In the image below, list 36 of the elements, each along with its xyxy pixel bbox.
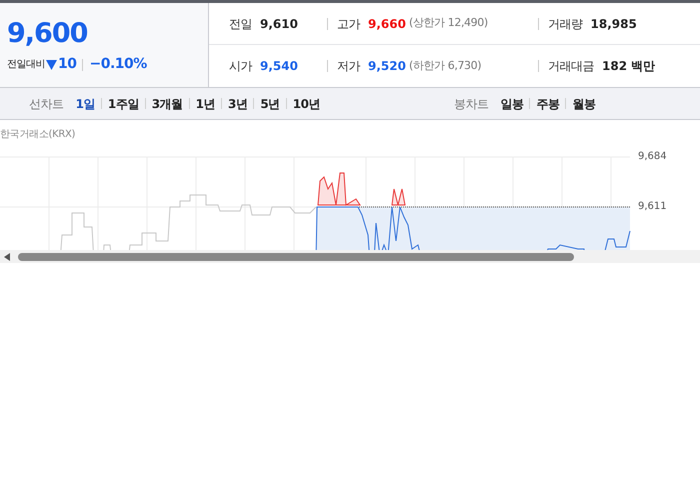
change-value: 10 [58,55,76,74]
stat-value: 182 백만 [602,58,656,75]
tab-group-label: 선차트 [29,96,64,112]
change-label: 전일대비 [7,58,45,72]
stat-value: 18,985 [590,16,637,32]
stat-value: 9,610 [260,16,298,32]
y-axis-label: 9,611 [638,200,667,214]
period-tab[interactable]: 10년 [292,94,320,112]
stat-label: 전일 [229,16,252,32]
period-tab[interactable]: 1일 [76,94,95,112]
scroll-left-icon[interactable] [4,252,10,260]
period-tab[interactable]: 일봉 [500,94,524,112]
period-tab[interactable]: 1주일 [108,94,139,112]
period-tab[interactable]: 5년 [260,94,280,112]
stat-label: 거래대금 [548,58,594,75]
stat-value: 9,540 [260,58,298,75]
stat-label: 시가 [229,58,252,75]
horizontal-scrollbar[interactable] [0,250,700,263]
period-tab[interactable]: 3개월 [152,94,183,112]
scrollbar-thumb[interactable] [18,252,574,260]
change-rate: −0.10% [89,55,147,74]
current-price: 9,600 [7,17,88,51]
price-limit: (상한가 12,490) [408,15,488,32]
stat-value: 9,520 [368,58,406,75]
period-tab[interactable]: 주봉 [536,94,560,112]
stat-label: 저가 [337,58,360,75]
stat-value: 9,660 [368,16,406,32]
price-limit: (하한가 6,730) [408,58,482,74]
period-tab[interactable]: 월봉 [572,94,596,112]
y-axis-label: 9,684 [638,150,667,164]
stat-label: 고가 [337,16,360,32]
chart-source: 한국거래소(KRX) [0,129,76,141]
tab-group-label: 봉차트 [454,96,488,112]
period-tab[interactable]: 3년 [228,94,248,112]
period-tab[interactable]: 1년 [196,94,215,112]
stat-label: 거래량 [548,16,582,32]
